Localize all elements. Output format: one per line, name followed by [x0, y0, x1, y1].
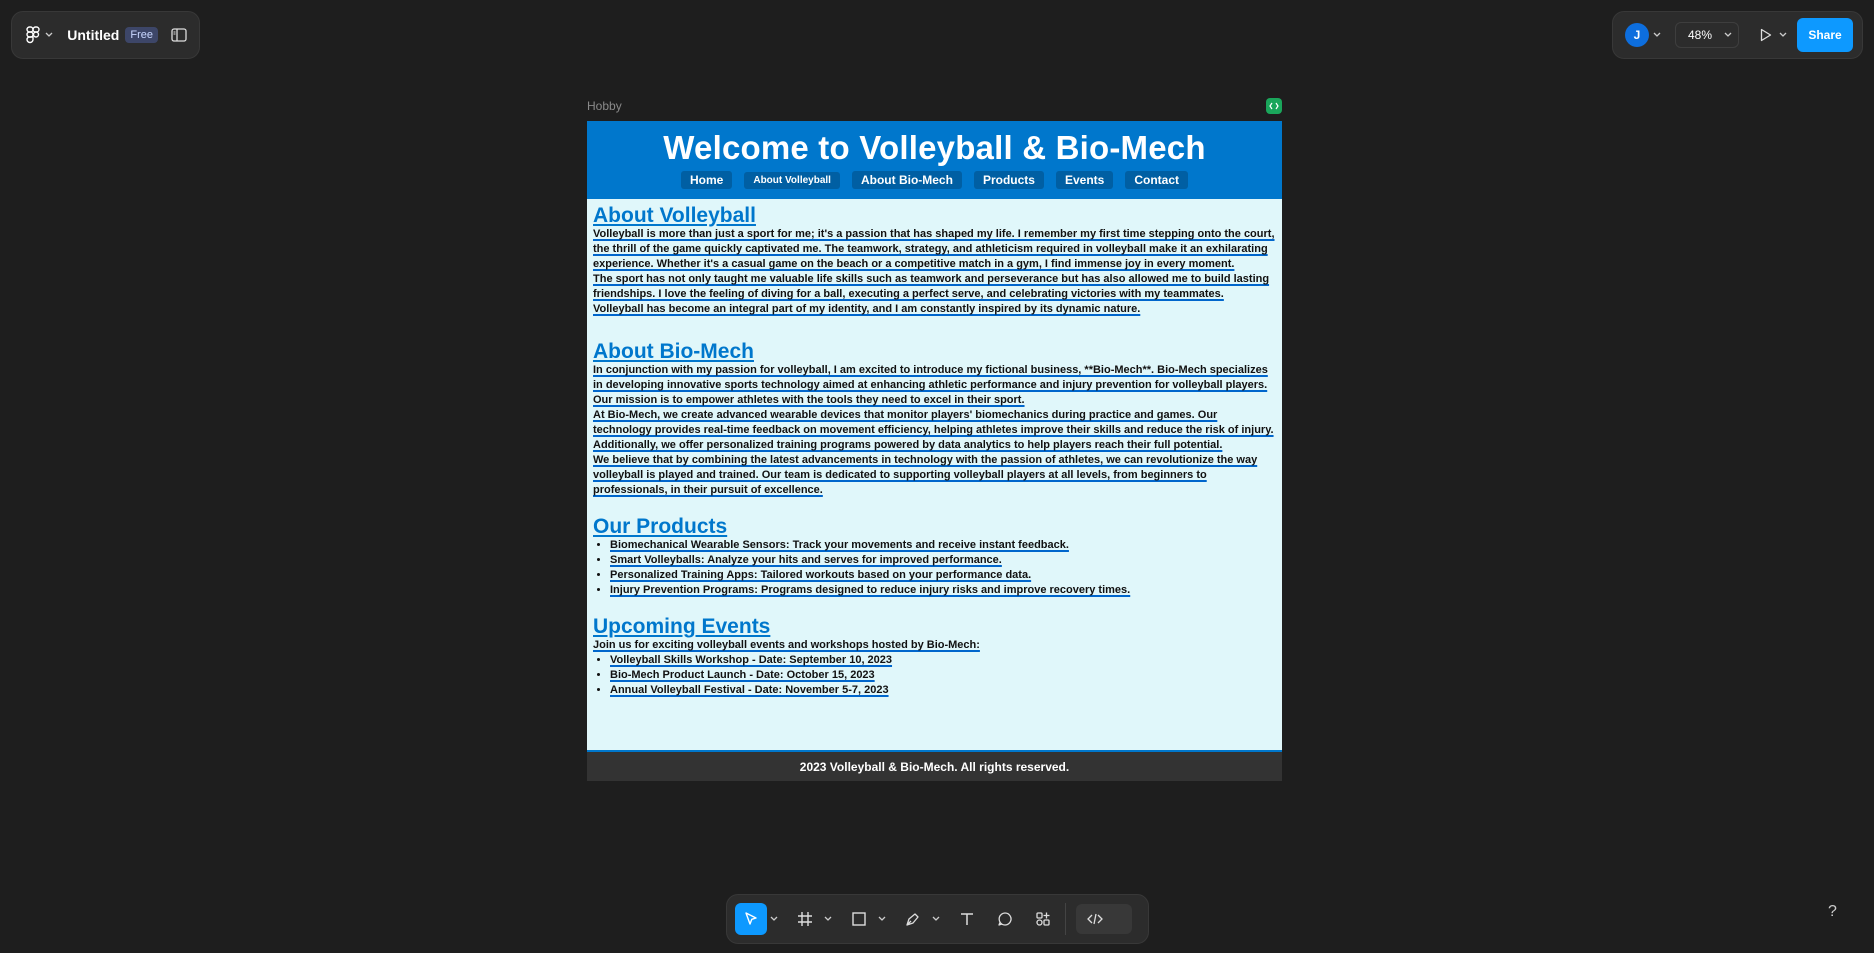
site-content: About Volleyball Volleyball is more than…: [587, 199, 1282, 698]
about-biomech-paragraph: In conjunction with my passion for volle…: [593, 364, 1268, 406]
chevron-down-icon: [1724, 32, 1732, 37]
toolbar-divider: [1065, 903, 1066, 935]
list-item: Injury Prevention Programs: Programs des…: [610, 583, 1276, 598]
about-biomech-paragraph: We believe that by combining the latest …: [593, 454, 1258, 496]
about-biomech-heading: About Bio-Mech: [593, 340, 754, 363]
about-volleyball-paragraph: Volleyball is more than just a sport for…: [593, 228, 1275, 270]
website-frame[interactable]: Welcome to Volleyball & Bio-Mech Home Ab…: [587, 121, 1282, 781]
nav-about-biomech[interactable]: About Bio-Mech: [851, 171, 962, 189]
products-list: Biomechanical Wearable Sensors: Track yo…: [593, 538, 1276, 598]
chevron-down-icon[interactable]: [929, 903, 943, 935]
nav-contact[interactable]: Contact: [1125, 171, 1188, 189]
move-icon[interactable]: [735, 903, 767, 935]
code-icon: [1082, 908, 1108, 930]
nav-events[interactable]: Events: [1055, 171, 1114, 189]
zoom-dropdown[interactable]: 48%: [1675, 22, 1739, 48]
products-heading: Our Products: [593, 515, 728, 538]
about-volleyball-heading: About Volleyball: [593, 204, 756, 227]
site-nav: Home About Volleyball About Bio-Mech Pro…: [587, 171, 1282, 189]
zoom-value: 48%: [1688, 28, 1713, 42]
frame-label[interactable]: Hobby: [587, 99, 622, 113]
list-item: Biomechanical Wearable Sensors: Track yo…: [610, 538, 1276, 553]
nav-products[interactable]: Products: [973, 171, 1044, 189]
chevron-down-icon[interactable]: [875, 903, 889, 935]
chevron-down-icon[interactable]: [821, 903, 835, 935]
list-item: Personalized Training Apps: Tailored wor…: [610, 568, 1276, 583]
dev-mode-toggle[interactable]: [1076, 904, 1132, 934]
figma-logo-icon[interactable]: [24, 24, 43, 46]
site-footer: 2023 Volleyball & Bio-Mech. All rights r…: [587, 750, 1282, 781]
events-intro: Join us for exciting volleyball events a…: [593, 639, 980, 651]
nav-home[interactable]: Home: [681, 171, 733, 189]
site-header: Welcome to Volleyball & Bio-Mech Home Ab…: [587, 121, 1282, 199]
bottom-toolbar: [726, 894, 1149, 944]
list-item: Volleyball Skills Workshop - Date: Septe…: [610, 653, 1276, 668]
share-button[interactable]: Share: [1797, 18, 1853, 52]
about-biomech-paragraph: At Bio-Mech, we create advanced wearable…: [593, 409, 1274, 451]
chevron-down-icon[interactable]: [45, 24, 54, 46]
chevron-down-icon[interactable]: [1777, 25, 1789, 45]
events-heading: Upcoming Events: [593, 615, 771, 638]
plan-badge: Free: [125, 27, 158, 43]
list-item: Bio-Mech Product Launch - Date: October …: [610, 668, 1276, 683]
toggle-sidebar-icon[interactable]: [170, 25, 187, 45]
present-play-icon[interactable]: [1757, 25, 1775, 45]
file-title[interactable]: Untitled: [67, 27, 119, 43]
file-panel: Untitled Free: [11, 11, 200, 59]
actions-icon[interactable]: [1027, 903, 1059, 935]
avatar[interactable]: J: [1625, 23, 1649, 47]
code-icon[interactable]: [1266, 98, 1282, 114]
chevron-down-icon[interactable]: [767, 903, 781, 935]
comment-icon[interactable]: [989, 903, 1021, 935]
text-icon[interactable]: [951, 903, 983, 935]
frame-icon[interactable]: [789, 903, 821, 935]
nav-about-volleyball[interactable]: About Volleyball: [744, 171, 840, 189]
rectangle-icon[interactable]: [843, 903, 875, 935]
list-item: Annual Volleyball Festival - Date: Novem…: [610, 683, 1276, 698]
chevron-down-icon[interactable]: [1651, 25, 1663, 45]
about-volleyball-paragraph: The sport has not only taught me valuabl…: [593, 273, 1270, 315]
top-right-panel: J 48% Share: [1612, 11, 1863, 59]
pen-icon[interactable]: [897, 903, 929, 935]
help-button[interactable]: ?: [1828, 903, 1837, 921]
events-list: Volleyball Skills Workshop - Date: Septe…: [593, 653, 1276, 698]
list-item: Smart Volleyballs: Analyze your hits and…: [610, 553, 1276, 568]
site-title: Welcome to Volleyball & Bio-Mech: [663, 129, 1206, 166]
